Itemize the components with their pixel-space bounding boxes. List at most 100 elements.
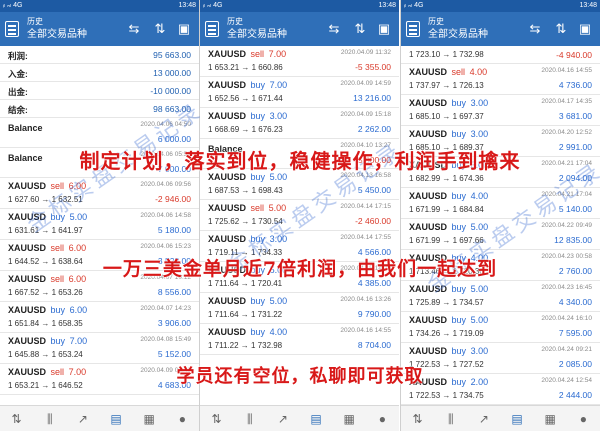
- deal-row[interactable]: XAUUSD buy 2.00 1 722.53 → 1 734.75 2020.0…: [401, 374, 600, 405]
- deal-row[interactable]: XAUUSD buy 3.00 1 719.11 → 1 734.33 2020.0…: [200, 231, 399, 262]
- calendar-icon[interactable]: ▣: [175, 20, 193, 38]
- deal-row[interactable]: XAUUSD buy 4.00 1 671.99 → 1 684.84 2020.0…: [401, 188, 600, 219]
- history-icon[interactable]: ▤: [508, 410, 526, 428]
- deal-row[interactable]: XAUUSD sell 5.00 1 725.62 → 1 730.54 2020.…: [200, 200, 399, 231]
- status-time: 13:48: [579, 2, 597, 9]
- deal-date: 2020.04.23 00:58: [541, 253, 592, 260]
- deal-row[interactable]: XAUUSD sell 6.00 1 667.52 → 1 653.26 2020.…: [0, 271, 199, 302]
- deal-prices: 1 644.52 → 1 638.64: [8, 257, 83, 266]
- quotes-icon[interactable]: ⇅: [409, 410, 427, 428]
- trade-icon[interactable]: ↗: [475, 410, 493, 428]
- messages-icon[interactable]: ●: [173, 410, 191, 428]
- history-list[interactable]: XAUUSD sell 7.00 1 653.21 → 1 660.86 2020.…: [200, 46, 399, 405]
- deal-row[interactable]: XAUUSD buy 5.00 1 711.64 → 1 731.22 2020.0…: [200, 293, 399, 324]
- trade-icon[interactable]: ↗: [74, 410, 92, 428]
- balance-label: Balance: [208, 144, 243, 154]
- sort-icon[interactable]: ⇅: [151, 20, 169, 38]
- trade-icon[interactable]: ↗: [274, 410, 292, 428]
- deal-side: sell: [250, 49, 265, 59]
- deal-row[interactable]: XAUUSD buy 5.00 1 671.99 → 1 697.66 2020.0…: [401, 219, 600, 250]
- deal-prices: 1 711.64 → 1 720.41: [208, 279, 283, 288]
- deal-lots: 6.00: [68, 181, 87, 191]
- chart-icon[interactable]: ⫼: [41, 410, 59, 428]
- news-icon[interactable]: ▦: [340, 410, 358, 428]
- deal-row[interactable]: XAUUSD buy 3.00 1 685.10 → 1 689.37 2020.0…: [401, 126, 600, 157]
- deal-side: buy: [250, 327, 266, 337]
- history-list[interactable]: 1 723.10 → 1 732.98 -4 940.00 XAUUSD sell …: [401, 46, 600, 405]
- deal-row[interactable]: XAUUSD sell 6.00 1 627.60 → 1 632.51 2020.…: [0, 178, 199, 209]
- balance-label: Balance: [8, 153, 43, 163]
- status-time: 13:48: [178, 2, 196, 9]
- deal-side: buy: [250, 111, 266, 121]
- messages-icon[interactable]: ●: [574, 410, 592, 428]
- summary-balance: 结余: 98 663.00: [0, 100, 199, 118]
- deal-prices: 1 734.26 → 1 719.09: [409, 329, 484, 338]
- news-icon[interactable]: ▦: [541, 410, 559, 428]
- deal-row[interactable]: XAUUSD buy 7.00 1 645.88 → 1 653.24 2020.0…: [0, 333, 199, 364]
- history-icon[interactable]: ▤: [307, 410, 325, 428]
- arrows-icon[interactable]: ⇆: [325, 20, 343, 38]
- list-icon[interactable]: [406, 21, 420, 37]
- deal-row[interactable]: XAUUSD buy 5.00 1 631.61 → 1 641.97 2020.0…: [0, 209, 199, 240]
- balance-row[interactable]: Balance 2020.04.10 13:27 -5 000.00: [200, 139, 399, 169]
- deal-row[interactable]: XAUUSD buy 3.00 1 682.99 → 1 674.36 2020.0…: [401, 157, 600, 188]
- deal-row[interactable]: XAUUSD buy 3.00 1 668.69 → 1 676.23 2020.0…: [200, 108, 399, 139]
- deal-prices: 1 711.64 → 1 731.22: [208, 310, 283, 319]
- deal-date: 2020.04.24 16:10: [541, 315, 592, 322]
- deal-row[interactable]: XAUUSD buy 3.00 1 685.10 → 1 697.37 2020.0…: [401, 95, 600, 126]
- deal-prices: 1 653.21 → 1 660.86: [208, 63, 283, 72]
- list-icon[interactable]: [5, 21, 19, 37]
- deal-date: 2020.04.06 15:23: [140, 243, 191, 250]
- deal-row[interactable]: XAUUSD buy 7.00 1 652.56 → 1 671.44 2020.0…: [200, 77, 399, 108]
- arrows-icon[interactable]: ⇆: [125, 20, 143, 38]
- balance-row[interactable]: Balance 2020.04.06 04:50 6 000.00: [0, 118, 199, 148]
- deal-row[interactable]: XAUUSD sell 7.00 1 653.21 → 1 646.52 2020.…: [0, 364, 199, 395]
- list-icon[interactable]: [205, 21, 219, 37]
- deal-date: 2020.04.16 14:55: [340, 327, 391, 334]
- history-icon[interactable]: ▤: [107, 410, 125, 428]
- deal-side: buy: [250, 265, 266, 275]
- symbol-name: XAUUSD: [409, 377, 448, 387]
- summary-withdrawal: 出金: -10 000.00: [0, 82, 199, 100]
- deal-date: 2020.04.09 11:32: [340, 49, 391, 56]
- news-icon[interactable]: ▦: [140, 410, 158, 428]
- deal-date: 2020.04.10 13:27: [340, 142, 391, 149]
- messages-icon[interactable]: ●: [373, 410, 391, 428]
- deal-symbol: XAUUSD buy 5.00: [208, 172, 287, 182]
- symbol-filter[interactable]: 全部交易品种: [27, 29, 87, 41]
- chart-icon[interactable]: ⫼: [241, 410, 259, 428]
- balance-row[interactable]: Balance 2020.04.06 05:59 7 000.00: [0, 148, 199, 178]
- symbol-filter[interactable]: 全部交易品种: [428, 29, 488, 41]
- deal-row[interactable]: XAUUSD buy 5.00 1 734.26 → 1 719.09 2020.0…: [401, 312, 600, 343]
- calendar-icon[interactable]: ▣: [375, 20, 393, 38]
- arrows-icon[interactable]: ⇆: [526, 20, 544, 38]
- deal-profit: 12 835.00: [554, 235, 592, 245]
- deal-symbol: XAUUSD buy 7.00: [208, 80, 287, 90]
- deal-row[interactable]: XAUUSD buy 4.00 1 713.46 → 1 720.36 2020.0…: [401, 250, 600, 281]
- quotes-icon[interactable]: ⇅: [8, 410, 26, 428]
- deal-row[interactable]: XAUUSD sell 7.00 1 653.21 → 1 660.86 2020.…: [200, 46, 399, 77]
- deal-row[interactable]: XAUUSD buy 5.00 1 725.89 → 1 734.57 2020.0…: [401, 281, 600, 312]
- symbol-filter[interactable]: 全部交易品种: [227, 29, 287, 41]
- bottom-nav: ⇅ ⫼ ↗ ▤ ▦ ●: [0, 405, 199, 431]
- deal-lots: 4.00: [470, 191, 489, 201]
- deal-row[interactable]: XAUUSD buy 5.00 1 687.53 → 1 698.43 2020.0…: [200, 169, 399, 200]
- deal-profit: 7 595.00: [558, 328, 592, 338]
- quotes-icon[interactable]: ⇅: [208, 410, 226, 428]
- deal-row[interactable]: XAUUSD sell 4.00 1 737.97 → 1 726.13 2020.…: [401, 64, 600, 95]
- deal-row[interactable]: XAUUSD sell 6.00 1 644.52 → 1 638.64 2020.…: [0, 240, 199, 271]
- calendar-icon[interactable]: ▣: [576, 20, 594, 38]
- sort-icon[interactable]: ⇅: [552, 20, 570, 38]
- deal-row[interactable]: 1 723.10 → 1 732.98 -4 940.00: [401, 46, 600, 64]
- deal-row[interactable]: XAUUSD buy 3.00 1 722.53 → 1 727.52 2020.0…: [401, 343, 600, 374]
- deal-profit: -2 460.00: [355, 216, 391, 226]
- sort-icon[interactable]: ⇅: [351, 20, 369, 38]
- deal-row[interactable]: XAUUSD buy 5.00 1 711.64 → 1 720.41 2020.0…: [200, 262, 399, 293]
- deal-side: buy: [451, 191, 467, 201]
- deal-row[interactable]: XAUUSD buy 6.00 1 651.84 → 1 658.35 2020.0…: [0, 302, 199, 333]
- deal-lots: 3.00: [269, 111, 288, 121]
- history-list[interactable]: 利润: 95 663.00 入金: 13 000.00 出金: -10 000.00 …: [0, 46, 199, 405]
- chart-icon[interactable]: ⫼: [442, 410, 460, 428]
- deal-rows: Balance 2020.04.06 04:50 6 000.00 Balance 20…: [0, 118, 199, 395]
- deal-row[interactable]: XAUUSD buy 4.00 1 711.22 → 1 732.98 2020.0…: [200, 324, 399, 355]
